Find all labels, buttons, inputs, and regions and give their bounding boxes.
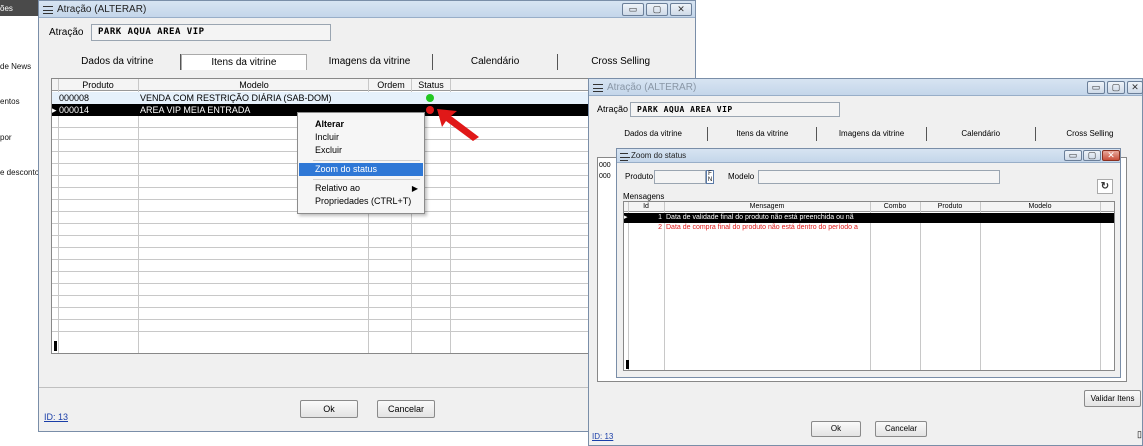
col-header-modelo[interactable]: Modelo [980,202,1100,212]
message-row[interactable]: ▸ 1 Data de validade final do produto nã… [624,213,1114,223]
message-row[interactable]: 2 Data de compra final do produto não es… [624,223,1114,233]
grid-cursor [54,341,57,351]
bg-menu-item[interactable]: de News [0,62,31,71]
window-title: Atração (ALTERAR) [57,4,147,15]
resize-grip-icon[interactable]: ▯ [1137,429,1142,440]
tab-imagens-vitrine[interactable]: Imagens da vitrine [817,127,927,141]
grid-cursor [626,360,629,369]
bg-menu-item[interactable]: e desconto [0,168,39,177]
modelo-field[interactable] [758,170,1000,184]
col-header-ordem[interactable]: Ordem [370,79,412,91]
bg-menu-item: ões [0,4,13,13]
tab-cross-selling[interactable]: Cross Selling [1036,127,1143,141]
col-header-status[interactable]: Status [412,79,450,91]
lookup-button[interactable]: FN [706,170,714,184]
tab-imagens-vitrine[interactable]: Imagens da vitrine [307,54,433,70]
bg-menu-item[interactable]: por [0,133,12,142]
zoom-status-dialog: Zoom do status ▭ ▢ ✕ Produto FN Modelo ↻… [616,148,1121,378]
submenu-arrow-icon: ▶ [411,184,418,193]
maximize-button[interactable]: ▢ [1107,81,1125,94]
background-app-strip: ões de News entos por e desconto [0,0,40,446]
tab-calendario[interactable]: Calendário [433,54,559,70]
maximize-button[interactable]: ▢ [646,3,668,16]
messages-grid: Id Mensagem Combo Produto Modelo ▸ 1 Dat… [623,201,1115,371]
title-bar: Atração (ALTERAR) ▭ ▢ ✕ [39,1,695,18]
tab-bar: Dados da vitrine Itens da vitrine Imagen… [599,127,1143,141]
menu-item-zoom-status[interactable]: Zoom do status [299,163,423,176]
minimize-button[interactable]: ▭ [1064,150,1082,161]
menu-item-excluir[interactable]: Excluir [299,144,423,157]
menu-item-alterar[interactable]: Alterar [299,118,423,131]
attraction-label: Atração [597,104,629,114]
produto-label: Produto [625,172,654,181]
menu-icon[interactable] [593,84,603,92]
minimize-button[interactable]: ▭ [622,3,644,16]
cancel-button[interactable]: Cancelar [875,421,927,437]
cell-modelo: VENDA COM RESTRIÇÃO DIÁRIA (SAB-DOM) [140,93,332,103]
mensagens-label: Mensagens [623,192,665,201]
menu-icon[interactable] [43,6,53,14]
row-pointer-icon: ▸ [624,214,628,221]
close-button[interactable]: ✕ [1102,150,1120,161]
row-pointer-icon: ▸ [52,105,57,115]
attraction-field[interactable]: PARK AQUA AREA VIP [91,24,331,41]
col-header-id[interactable]: Id [628,202,664,212]
title-bar: Zoom do status ▭ ▢ ✕ [617,149,1120,163]
id-link[interactable]: ID: 13 [592,432,613,441]
status-red-icon [426,106,434,114]
close-button[interactable]: ✕ [670,3,692,16]
cell-mensagem: Data de validade final do produto não es… [666,214,854,221]
table-row[interactable]: 000008 VENDA COM RESTRIÇÃO DIÁRIA (SAB-D… [52,92,598,104]
cell-id: 1 [658,214,662,221]
col-header-mensagem[interactable]: Mensagem [664,202,870,212]
cell-produto: 000008 [59,93,90,103]
window-title: Atração (ALTERAR) [607,82,697,93]
tab-dados-vitrine[interactable]: Dados da vitrine [55,54,181,70]
refresh-icon[interactable]: ↻ [1097,179,1113,194]
grid-header: Id Mensagem Combo Produto Modelo [624,202,1114,212]
validate-items-button[interactable]: Validar Itens [1084,390,1141,407]
ok-button[interactable]: Ok [300,400,358,418]
tab-itens-vitrine[interactable]: Itens da vitrine [180,54,308,70]
cell-produto: 000 [599,173,611,180]
col-header-modelo[interactable]: Modelo [138,79,370,91]
menu-item-relativo[interactable]: Relativo ao [299,182,423,195]
minimize-button[interactable]: ▭ [1087,81,1105,94]
id-link[interactable]: ID: 13 [44,412,68,422]
attraction-field[interactable]: PARK AQUA AREA VIP [630,102,840,117]
title-bar: Atração (ALTERAR) ▭ ▢ ✕ [589,79,1143,96]
menu-item-propriedades[interactable]: Propriedades (CTRL+T) [299,195,423,208]
attraction-label: Atração [49,27,84,38]
cell-produto: 000014 [59,105,90,115]
status-green-icon [426,94,434,102]
modelo-label: Modelo [728,172,755,181]
menu-icon[interactable] [620,153,630,161]
col-header-produto[interactable]: Produto [920,202,980,212]
cancel-button[interactable]: Cancelar [377,400,435,418]
bg-menu-item[interactable]: entos [0,97,20,106]
red-arrow-icon [437,109,479,141]
col-header-produto[interactable]: Produto [58,79,138,91]
tab-itens-vitrine[interactable]: Itens da vitrine [708,127,818,141]
tab-calendario[interactable]: Calendário [927,127,1036,141]
cell-modelo: AREA VIP MEIA ENTRADA [140,105,251,115]
cell-id: 2 [658,224,662,231]
grid-header: Produto Modelo Ordem Status [52,79,598,91]
context-menu: Alterar Incluir Excluir Zoom do status R… [297,112,425,214]
col-header-combo[interactable]: Combo [870,202,920,212]
dialog-title: Zoom do status [631,151,687,160]
tab-dados-vitrine[interactable]: Dados da vitrine [599,127,709,141]
menu-item-incluir[interactable]: Incluir [299,131,423,144]
cell-mensagem: Data de compra final do produto não está… [666,224,858,231]
tab-bar: Dados da vitrine Itens da vitrine Imagen… [55,54,683,70]
tab-cross-selling[interactable]: Cross Selling [558,54,683,70]
ok-button[interactable]: Ok [811,421,861,437]
close-button[interactable]: ✕ [1127,81,1143,94]
maximize-button[interactable]: ▢ [1083,150,1101,161]
produto-field[interactable] [654,170,706,184]
